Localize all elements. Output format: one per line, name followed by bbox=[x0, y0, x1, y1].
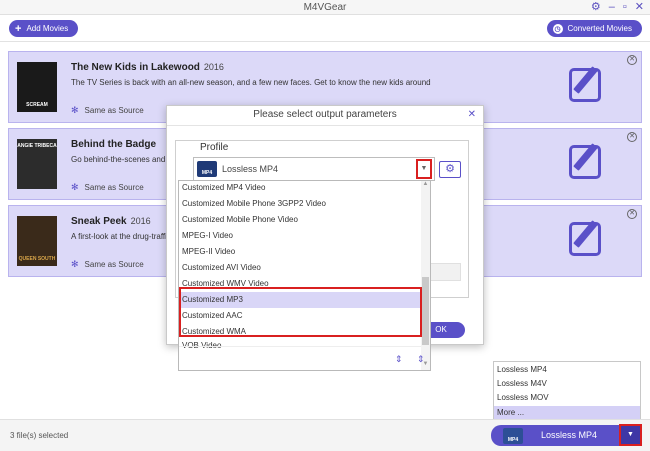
pencil-icon bbox=[573, 220, 598, 248]
format-menu-item-more[interactable]: More ... bbox=[494, 406, 640, 420]
profile-value: Lossless MP4 bbox=[222, 164, 279, 174]
mp4-icon: MP4 bbox=[197, 161, 217, 177]
profile-select[interactable]: MP4 Lossless MP4 ▼ bbox=[193, 157, 435, 181]
dialog-title: Please select output parameters bbox=[253, 109, 397, 120]
selection-count: 3 file(s) selected bbox=[10, 431, 69, 440]
title-bar: M4VGear ⚙ – ▫ ✕ bbox=[0, 0, 650, 15]
movie-description: Go behind-the-scenes and bbox=[71, 155, 166, 164]
converted-movies-button[interactable]: ◷ Converted Movies bbox=[546, 20, 642, 37]
movie-poster: SCREAM bbox=[17, 62, 57, 112]
movie-title: Behind the Badge bbox=[71, 139, 157, 150]
dropdown-footer: ⇕ ⇕ bbox=[179, 346, 425, 370]
format-menu-item[interactable]: Lossless M4V bbox=[494, 377, 640, 391]
format-menu: Lossless MP4 Lossless M4V Lossless MOV M… bbox=[493, 361, 641, 421]
profile-dropdown-arrow[interactable]: ▼ bbox=[416, 159, 432, 179]
close-icon[interactable]: ✕ bbox=[635, 1, 644, 13]
movie-poster: ANGIE TRIBECA bbox=[17, 139, 57, 189]
pencil-icon bbox=[573, 143, 598, 171]
dropdown-item[interactable]: Customized Mobile Phone Video bbox=[179, 212, 421, 228]
format-menu-item[interactable]: Lossless MP4 bbox=[494, 363, 640, 377]
movie-year: 2016 bbox=[203, 62, 224, 72]
movie-title: The New Kids in Lakewood 2016 bbox=[71, 62, 224, 73]
dropdown-item[interactable]: Customized AVI Video bbox=[179, 260, 421, 276]
output-source[interactable]: ✻ Same as Source bbox=[71, 182, 144, 193]
expand-icon[interactable]: ⇕ bbox=[395, 354, 403, 365]
profile-label: Profile bbox=[197, 142, 232, 153]
plus-icon: + bbox=[15, 22, 22, 35]
mp4-icon: MP4 bbox=[503, 428, 523, 444]
movie-title: Sneak Peek 2016 bbox=[71, 216, 151, 227]
gear-icon[interactable]: ⚙ bbox=[591, 1, 601, 13]
highlight-outline bbox=[179, 287, 422, 337]
edit-icon[interactable] bbox=[569, 143, 601, 179]
add-movies-label: Add Movies bbox=[26, 24, 69, 33]
output-format-value: Lossless MP4 bbox=[541, 430, 598, 440]
movie-poster: QUEEN SOUTH bbox=[17, 216, 57, 266]
remove-movie-icon[interactable]: ✕ bbox=[627, 132, 637, 142]
maximize-icon[interactable]: ▫ bbox=[623, 1, 627, 13]
scroll-up-icon[interactable]: ▲ bbox=[421, 181, 430, 187]
settings-gear-icon[interactable]: ✻ bbox=[71, 182, 79, 193]
output-source-label: Same as Source bbox=[84, 183, 144, 192]
output-format-select[interactable]: MP4 Lossless MP4 bbox=[491, 425, 621, 446]
dropdown-item[interactable]: Customized MP4 Video bbox=[179, 180, 421, 196]
minimize-icon[interactable]: – bbox=[609, 1, 615, 13]
movie-description: A first-look at the drug-traffic bbox=[71, 232, 171, 241]
movie-year: 2016 bbox=[130, 216, 151, 226]
format-menu-item[interactable]: Lossless MOV bbox=[494, 391, 640, 405]
output-source[interactable]: ✻ Same as Source bbox=[71, 259, 144, 270]
poster-title: SCREAM bbox=[26, 102, 48, 108]
dropdown-scrollbar-thumb[interactable] bbox=[422, 277, 429, 345]
profile-dropdown-list: Customized MP4 Video Customized Mobile P… bbox=[178, 180, 431, 371]
add-movies-button[interactable]: + Add Movies bbox=[9, 20, 79, 37]
collapse-icon[interactable]: ⇕ bbox=[417, 354, 425, 365]
output-source-label: Same as Source bbox=[84, 260, 144, 269]
poster-title: ANGIE TRIBECA bbox=[17, 143, 57, 149]
settings-gear-icon[interactable]: ✻ bbox=[71, 105, 79, 116]
output-source[interactable]: ✻ Same as Source bbox=[71, 105, 144, 116]
remove-movie-icon[interactable]: ✕ bbox=[627, 209, 637, 219]
output-format-dropdown-arrow[interactable]: ▼ bbox=[619, 424, 642, 446]
edit-icon[interactable] bbox=[569, 66, 601, 102]
dropdown-item[interactable]: MPEG-II Video bbox=[179, 244, 421, 260]
app-title: M4VGear bbox=[303, 2, 347, 13]
dialog-divider bbox=[167, 125, 483, 126]
output-source-label: Same as Source bbox=[84, 106, 144, 115]
converted-movies-label: Converted Movies bbox=[567, 24, 632, 33]
edit-icon[interactable] bbox=[569, 220, 601, 256]
dropdown-item[interactable]: Customized Mobile Phone 3GPP2 Video bbox=[179, 196, 421, 212]
movie-description: The TV Series is back with an all-new se… bbox=[71, 78, 431, 87]
dropdown-item[interactable]: MPEG-I Video bbox=[179, 228, 421, 244]
profile-settings-gear-icon[interactable]: ⚙ bbox=[439, 161, 461, 178]
pencil-icon bbox=[573, 66, 598, 94]
settings-gear-icon[interactable]: ✻ bbox=[71, 259, 79, 270]
poster-title: QUEEN SOUTH bbox=[18, 256, 56, 262]
remove-movie-icon[interactable]: ✕ bbox=[627, 55, 637, 65]
window-controls: ⚙ – ▫ ✕ bbox=[591, 1, 644, 13]
dialog-disabled-button bbox=[427, 263, 461, 281]
dialog-close-icon[interactable]: ✕ bbox=[468, 109, 476, 120]
clock-icon: ◷ bbox=[552, 23, 563, 34]
